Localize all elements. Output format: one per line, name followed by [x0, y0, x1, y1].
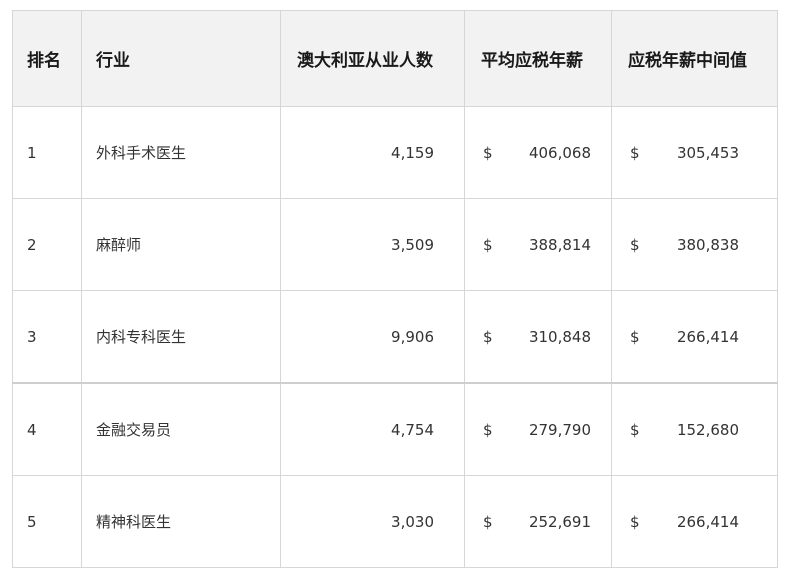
header-median-salary: 应税年薪中间值 — [611, 10, 778, 107]
table-header: 排名 行业 澳大利亚从业人数 平均应税年薪 应税年薪中间值 — [12, 10, 778, 107]
median-salary-value: 380,838 — [676, 235, 739, 254]
industry-cell: 精神科医生 — [81, 475, 281, 568]
currency-symbol: $ — [483, 235, 493, 254]
table-row: 1 外科手术医生 4,159 $ 406,068 $ 305,453 — [12, 106, 778, 199]
median-salary-cell: $ 380,838 — [611, 198, 778, 291]
table-row: 4 金融交易员 4,754 $ 279,790 $ 152,680 — [12, 382, 778, 476]
average-salary-cell: $ 279,790 — [464, 382, 612, 476]
header-rank: 排名 — [12, 10, 82, 107]
currency-symbol: $ — [483, 420, 493, 439]
header-average-salary: 平均应税年薪 — [464, 10, 612, 107]
median-salary-value: 266,414 — [676, 512, 739, 531]
average-salary-cell: $ 252,691 — [464, 475, 612, 568]
header-industry: 行业 — [81, 10, 281, 107]
average-salary-cell: $ 310,848 — [464, 290, 612, 384]
currency-symbol: $ — [483, 327, 493, 346]
table-row: 2 麻醉师 3,509 $ 388,814 $ 380,838 — [12, 198, 778, 291]
average-salary-value: 279,790 — [528, 420, 591, 439]
header-employee-count: 澳大利亚从业人数 — [280, 10, 465, 107]
average-salary-cell: $ 388,814 — [464, 198, 612, 291]
rank-cell: 4 — [12, 382, 82, 476]
industry-cell: 内科专科医生 — [81, 290, 281, 384]
median-salary-value: 266,414 — [676, 327, 739, 346]
table-row: 3 内科专科医生 9,906 $ 310,848 $ 266,414 — [12, 290, 778, 384]
median-salary-cell: $ 266,414 — [611, 475, 778, 568]
median-salary-cell: $ 305,453 — [611, 106, 778, 199]
currency-symbol: $ — [630, 327, 640, 346]
average-salary-value: 310,848 — [528, 327, 591, 346]
median-salary-cell: $ 152,680 — [611, 382, 778, 476]
employee-count-cell: 4,754 — [280, 382, 465, 476]
median-salary-value: 152,680 — [676, 420, 739, 439]
rank-cell: 1 — [12, 106, 82, 199]
rank-cell: 5 — [12, 475, 82, 568]
currency-symbol: $ — [630, 143, 640, 162]
salary-table: 排名 行业 澳大利亚从业人数 平均应税年薪 应税年薪中间值 1 外科手术医生 4… — [12, 10, 778, 568]
table-row: 5 精神科医生 3,030 $ 252,691 $ 266,414 — [12, 475, 778, 568]
employee-count-cell: 9,906 — [280, 290, 465, 384]
rank-cell: 2 — [12, 198, 82, 291]
table-body: 1 外科手术医生 4,159 $ 406,068 $ 305,453 2 麻醉师… — [12, 106, 778, 568]
industry-cell: 外科手术医生 — [81, 106, 281, 199]
currency-symbol: $ — [630, 420, 640, 439]
employee-count-cell: 3,030 — [280, 475, 465, 568]
average-salary-value: 406,068 — [528, 143, 591, 162]
median-salary-cell: $ 266,414 — [611, 290, 778, 384]
industry-cell: 麻醉师 — [81, 198, 281, 291]
header-row: 排名 行业 澳大利亚从业人数 平均应税年薪 应税年薪中间值 — [12, 10, 778, 107]
average-salary-value: 252,691 — [528, 512, 591, 531]
currency-symbol: $ — [483, 512, 493, 531]
currency-symbol: $ — [483, 143, 493, 162]
employee-count-cell: 3,509 — [280, 198, 465, 291]
industry-cell: 金融交易员 — [81, 382, 281, 476]
average-salary-value: 388,814 — [528, 235, 591, 254]
average-salary-cell: $ 406,068 — [464, 106, 612, 199]
employee-count-cell: 4,159 — [280, 106, 465, 199]
rank-cell: 3 — [12, 290, 82, 384]
currency-symbol: $ — [630, 235, 640, 254]
median-salary-value: 305,453 — [676, 143, 739, 162]
currency-symbol: $ — [630, 512, 640, 531]
